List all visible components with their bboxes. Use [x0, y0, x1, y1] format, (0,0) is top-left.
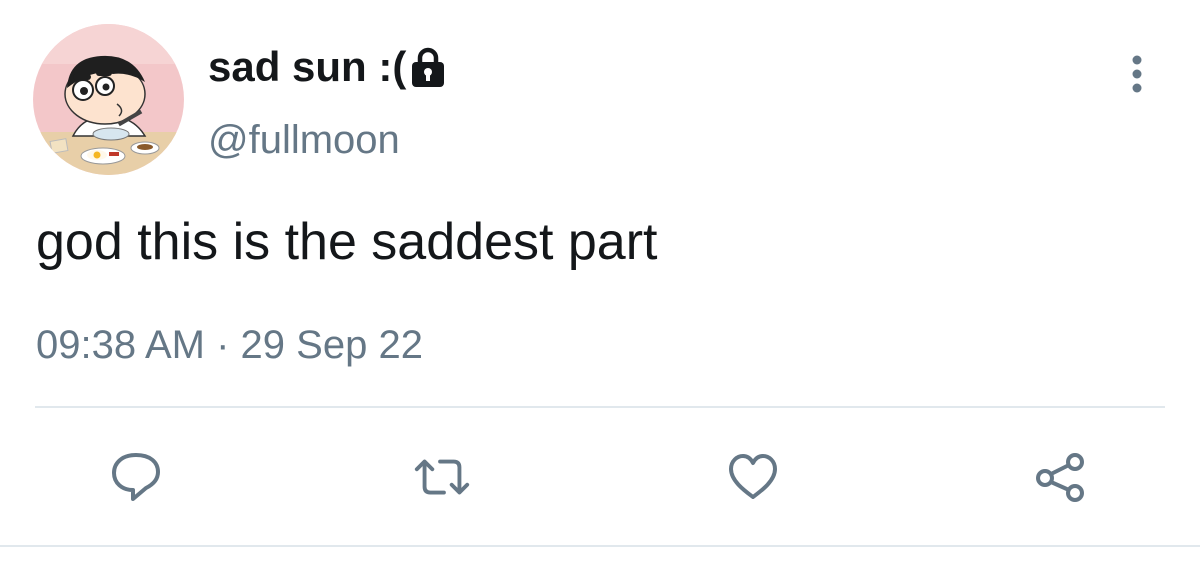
author-name-row[interactable]: sad sun :( [208, 42, 448, 92]
like-button[interactable] [722, 446, 784, 508]
lock-icon [408, 45, 448, 89]
avatar-image [33, 24, 184, 175]
reply-icon [112, 453, 160, 501]
tweet-timestamp[interactable]: 09:38 AM · 29 Sep 22 [36, 320, 423, 370]
share-icon [1036, 453, 1084, 502]
divider [35, 406, 1165, 408]
author-handle[interactable]: @fullmoon [208, 116, 400, 164]
divider [0, 545, 1200, 547]
share-button[interactable] [1030, 446, 1092, 508]
tweet-text: god this is the saddest part [36, 213, 658, 271]
display-name[interactable]: sad sun :( [208, 42, 406, 92]
more-icon[interactable] [1124, 52, 1150, 96]
tweet-card: sad sun :( @fullmoon god this is the sad… [0, 0, 1200, 565]
avatar[interactable] [33, 24, 184, 175]
reply-button[interactable] [105, 446, 167, 508]
like-icon [729, 454, 777, 499]
retweet-button[interactable] [411, 446, 473, 508]
retweet-icon [414, 459, 470, 495]
